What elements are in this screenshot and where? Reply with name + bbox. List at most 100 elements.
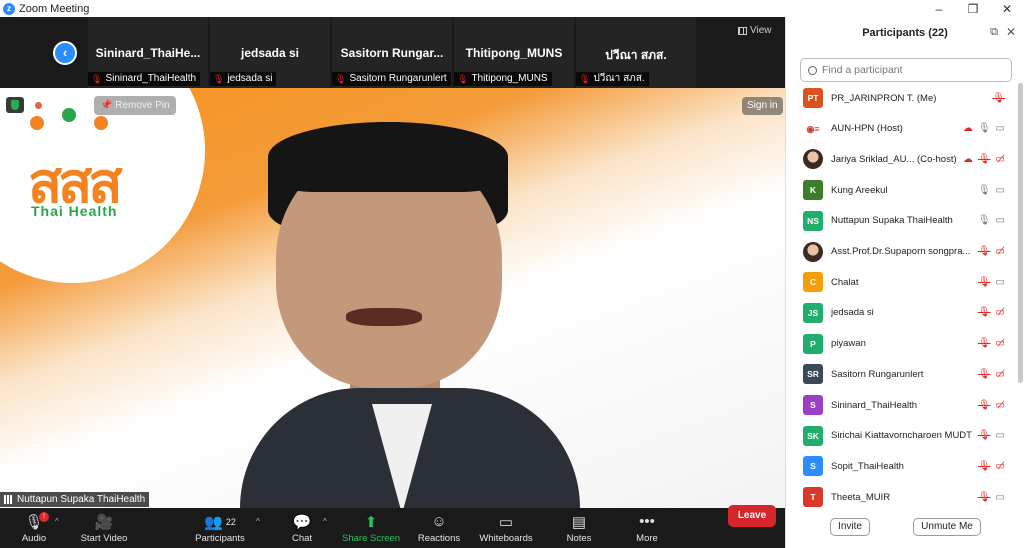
remove-pin-button[interactable]: 📌 Remove Pin bbox=[94, 96, 176, 115]
participant-row[interactable]: JS jedsada si 🎙 ▭̸ bbox=[786, 298, 1019, 328]
close-button[interactable]: ✕ bbox=[990, 0, 1024, 17]
participant-row[interactable]: ◉≡ AUN-HPN (Host) ☁ 🎙 ▭ bbox=[786, 114, 1019, 144]
chat-options-caret-icon[interactable]: ^ bbox=[323, 517, 327, 526]
share-screen-button[interactable]: ⬆ Share Screen bbox=[342, 512, 400, 548]
grid-view-icon bbox=[738, 26, 747, 35]
participant-row[interactable]: SR Sasitorn Rungarunlert 🎙 ▭̸ bbox=[786, 359, 1019, 389]
video-tile[interactable]: Sasitorn Rungar... 🎙 Sasitorn Rungarunler… bbox=[332, 17, 452, 88]
reactions-label: Reactions bbox=[417, 533, 461, 544]
previous-page-button[interactable]: ‹ bbox=[53, 41, 77, 65]
view-button[interactable]: View bbox=[738, 25, 772, 36]
mic-muted-icon: 🎙 bbox=[977, 246, 991, 257]
reactions-button[interactable]: ☺ Reactions bbox=[414, 512, 464, 548]
participant-row[interactable]: S Sopit_ThaiHealth 🎙 ▭̸ bbox=[786, 451, 1019, 481]
thaihealth-logo-subtitle: Thai Health bbox=[31, 203, 118, 219]
participant-status-icons: 🎙 ▭ bbox=[978, 492, 1005, 503]
unmute-me-button[interactable]: Unmute Me bbox=[913, 518, 981, 536]
zoom-logo-icon: z bbox=[3, 2, 15, 15]
participant-row[interactable]: Ppiyawan 🎙 ▭̸ bbox=[786, 329, 1019, 359]
notes-button[interactable]: ▤ Notes bbox=[562, 512, 596, 548]
security-shield-icon[interactable] bbox=[6, 97, 24, 113]
participant-row[interactable]: T Theeta_MUIR 🎙 ▭ bbox=[786, 482, 1019, 512]
participant-name: Theeta_MUIR bbox=[831, 491, 891, 503]
participants-options-caret-icon[interactable]: ^ bbox=[256, 517, 260, 526]
participant-row[interactable]: Asst.Prof.Dr.Supaporn songpra... 🎙 ▭̸ bbox=[786, 237, 1019, 267]
mic-muted-icon: 🎙 bbox=[977, 491, 991, 503]
speaker-mouth bbox=[346, 308, 422, 326]
participant-status-icons: 🎙 ▭ bbox=[978, 185, 1005, 196]
minimize-button[interactable]: – bbox=[922, 0, 956, 17]
sign-in-button[interactable]: Sign in bbox=[742, 97, 783, 115]
participant-status-icons: 🎙 ▭̸ bbox=[978, 338, 1005, 349]
chat-label: Chat bbox=[291, 533, 313, 544]
meeting-toolbar: 🎙! Audio ^ 🎥 Start Video 👥 22 Participant… bbox=[0, 508, 785, 548]
video-icon: ▭ bbox=[995, 276, 1005, 288]
more-button[interactable]: ••• More bbox=[630, 512, 664, 548]
video-tile[interactable]: jedsada si 🎙 jedsada si bbox=[210, 17, 330, 88]
mic-muted-icon: 🎙 bbox=[213, 74, 225, 84]
mic-active-icon: 🎙 bbox=[977, 215, 991, 227]
avatar: S bbox=[803, 456, 823, 477]
participant-row[interactable]: K Kung Areekul 🎙 ▭ bbox=[786, 175, 1019, 205]
participant-status-icons: ☁ 🎙 ▭̸ bbox=[963, 154, 1005, 165]
speaker-name-label: Nuttapun Supaka ThaiHealth bbox=[0, 492, 150, 507]
mic-muted-icon: 🎙 bbox=[992, 92, 1005, 104]
participant-name: AUN-HPN (Host) bbox=[831, 123, 903, 135]
active-speaker-video: สสส Thai Health bbox=[0, 88, 785, 508]
participant-row[interactable]: PT PR_JARINPRON T. (Me) 🎙 bbox=[786, 83, 1019, 113]
avatar: SR bbox=[803, 364, 823, 385]
logo-figure-icon bbox=[94, 116, 108, 130]
participant-search-input[interactable]: Find a participant bbox=[800, 58, 1012, 82]
audio-label: Audio bbox=[21, 533, 47, 544]
avatar: S bbox=[803, 395, 823, 415]
mic-muted-icon: 🎙 bbox=[977, 430, 991, 442]
chat-button[interactable]: 💬 Chat bbox=[286, 512, 318, 548]
participant-name: piyawan bbox=[831, 338, 866, 350]
participant-name: Nuttapun Supaka ThaiHealth bbox=[831, 215, 953, 227]
participant-row[interactable]: NS Nuttapun Supaka ThaiHealth 🎙 ▭ bbox=[786, 206, 1019, 236]
search-placeholder: Find a participant bbox=[822, 64, 903, 76]
mic-muted-icon: 🎙 bbox=[335, 74, 347, 84]
participants-button[interactable]: 👥 22 Participants bbox=[192, 512, 248, 548]
avatar: NS bbox=[803, 210, 823, 231]
window-title: Zoom Meeting bbox=[19, 2, 90, 15]
restore-button[interactable]: ❐ bbox=[956, 0, 990, 17]
avatar: ◉≡ bbox=[803, 118, 823, 139]
avatar: P bbox=[803, 333, 823, 354]
avatar: T bbox=[803, 487, 823, 508]
video-off-icon: ▭̸ bbox=[995, 246, 1005, 257]
participant-row[interactable]: Jariya Sriklad_AU... (Co-host) ☁ 🎙 ▭̸ bbox=[786, 144, 1019, 174]
participant-status-icons: 🎙 ▭̸ bbox=[978, 461, 1005, 472]
participant-row[interactable]: SK Sirichai Kiattavorncharoen MUDT 🎙 ▭ bbox=[786, 421, 1019, 451]
video-icon: ▭ bbox=[995, 184, 1005, 196]
audio-warning-badge: ! bbox=[39, 512, 49, 522]
more-label: More bbox=[636, 533, 658, 544]
popout-icon[interactable]: ⧉ bbox=[990, 26, 998, 39]
participants-count: 22 bbox=[225, 516, 236, 527]
tile-name: Sininard_ThaiHe... bbox=[95, 46, 201, 60]
video-tile[interactable]: ปวีณา สภส. 🎙 ปวีณา สภส. bbox=[576, 17, 696, 88]
video-tile[interactable]: Sininard_ThaiHe... 🎙 Sininard_ThaiHealth bbox=[88, 17, 208, 88]
audio-button[interactable]: 🎙! Audio bbox=[14, 512, 54, 548]
cloud-recording-icon: ☁ bbox=[962, 123, 973, 135]
search-icon bbox=[808, 65, 817, 75]
leave-button[interactable]: Leave bbox=[728, 505, 776, 527]
start-video-button[interactable]: 🎥 Start Video bbox=[78, 512, 130, 548]
close-panel-icon[interactable]: ✕ bbox=[1006, 25, 1016, 39]
participant-name: Sirichai Kiattavorncharoen MUDT bbox=[831, 430, 972, 442]
invite-button[interactable]: Invite bbox=[830, 518, 870, 536]
tile-label: 🎙 Thitipong_MUNS bbox=[454, 72, 552, 86]
whiteboards-button[interactable]: ▭ Whiteboards bbox=[478, 512, 534, 548]
participant-name: Sininard_ThaiHealth bbox=[831, 399, 918, 411]
tile-label: 🎙 Sasitorn Rungarunlert bbox=[332, 72, 451, 86]
thumbnail-strip: ‹ Sininard_ThaiHe... 🎙 Sininard_ThaiHealt… bbox=[0, 17, 785, 88]
participant-row[interactable]: S Sininard_ThaiHealth 🎙 ▭̸ bbox=[786, 390, 1019, 420]
tile-label-text: Sasitorn Rungarunlert bbox=[349, 73, 447, 84]
participant-status-icons: 🎙 ▭̸ bbox=[978, 307, 1005, 318]
video-off-icon: 🎥 bbox=[94, 513, 114, 531]
scrollbar[interactable] bbox=[1018, 83, 1023, 383]
participant-row[interactable]: C Chalat 🎙 ▭ bbox=[786, 267, 1019, 297]
audio-options-caret-icon[interactable]: ^ bbox=[55, 517, 59, 526]
video-tile[interactable]: Thitipong_MUNS 🎙 Thitipong_MUNS bbox=[454, 17, 574, 88]
logo-figure-icon bbox=[62, 108, 76, 122]
